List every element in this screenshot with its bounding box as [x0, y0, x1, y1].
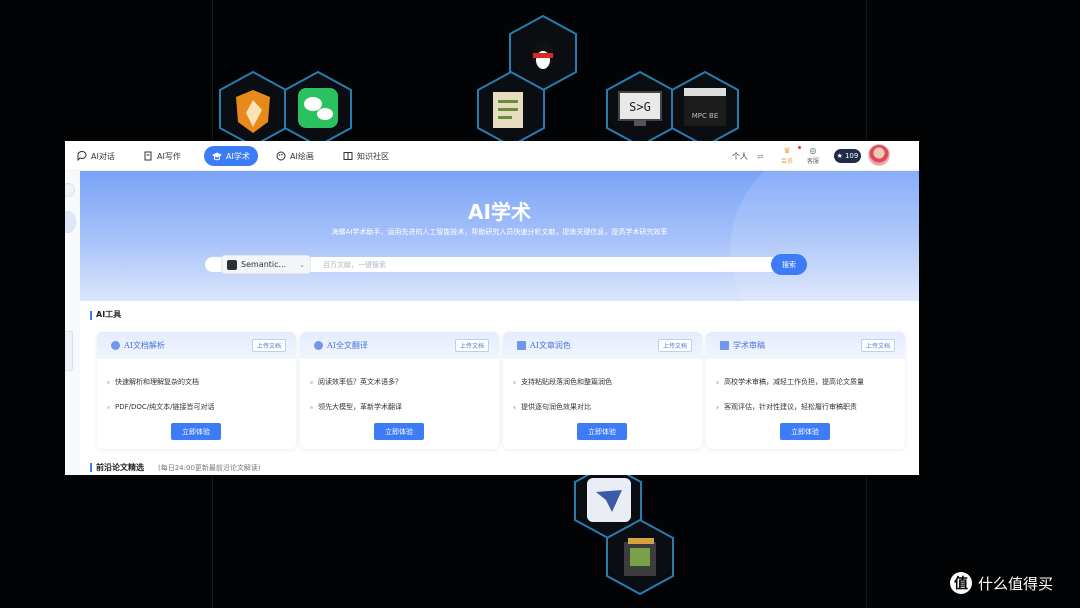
section-accent [90, 311, 92, 320]
nav-item-ai-chat[interactable]: AI对话 [69, 146, 123, 166]
section-title-ai-tools: AI工具 [96, 310, 122, 319]
switch-icon[interactable]: ⇌ [757, 141, 764, 171]
nav-item-label: AI对话 [91, 151, 115, 161]
notification-dot [798, 146, 801, 149]
page-subtitle: 海螺AI学术助手，运用先进的人工智能技术，帮助研究人员快速分析文献，提炼关键信息… [331, 228, 668, 236]
svg-text:S>G: S>G [629, 100, 651, 114]
translate-icon [314, 341, 323, 350]
section-title-papers: 前沿论文精选 [96, 463, 144, 472]
left-sidebar [65, 171, 80, 475]
try-now-button[interactable]: 立即体验 [780, 423, 830, 440]
nav-item-label: 知识社区 [357, 151, 389, 161]
wechat-app-icon [298, 88, 338, 128]
top-nav: AI对话 AI写作 AI学术 AI绘画 知识社区 个人 ⇌ ♛ 会员 ◎ 客服 … [65, 141, 919, 171]
database-select-value: Semantic... [241, 260, 287, 269]
feature-item: 高校学术审稿，减轻工作负担，提高论文质量 [716, 377, 864, 387]
tool-card-review: 学术审稿 上传文档 高校学术审稿，减轻工作负担，提高论文质量 客观评估，针对性建… [706, 332, 905, 449]
try-now-button[interactable]: 立即体验 [577, 423, 627, 440]
graduation-cap-icon [212, 152, 222, 161]
card-header: 学术审稿 上传文档 [706, 332, 905, 359]
terminal-app-icon: S>G [618, 91, 662, 126]
feature-item: 领先大模型，革新学术翻译 [310, 402, 402, 412]
feature-item: 快速解析和理解复杂的文档 [107, 377, 199, 387]
section-note: (每日24:00更新最前沿论文解读) [158, 464, 261, 472]
notepad-app-icon [493, 92, 523, 128]
semantic-scholar-icon [227, 259, 237, 270]
search-button[interactable]: 搜索 [771, 254, 807, 275]
card-title: 学术审稿 [733, 341, 765, 350]
document-parse-icon [111, 341, 120, 350]
penguin-app-icon [532, 40, 554, 70]
nav-item-label: AI学术 [226, 151, 250, 161]
nav-item-knowledge-community[interactable]: 知识社区 [335, 146, 397, 166]
card-title: AI文章润色 [530, 341, 571, 350]
upload-document-button[interactable]: 上传文档 [454, 339, 489, 352]
svg-text:MPC BE: MPC BE [692, 112, 719, 120]
watermark-logo: 值 [950, 572, 972, 594]
feature-item: 阅读效率低？英文术语多？ [310, 377, 402, 387]
card-title: AI全文翻译 [327, 341, 368, 350]
avatar[interactable] [868, 144, 890, 166]
sidebar-toggle[interactable] [65, 183, 75, 197]
mpc-be-app-icon: MPC BE [684, 88, 726, 126]
archive-app-icon [624, 538, 656, 576]
nav-item-ai-academic[interactable]: AI学术 [204, 146, 258, 166]
try-now-button[interactable]: 立即体验 [374, 423, 424, 440]
tool-card-doc-parse: AI文档解析 上传文档 快速解析和理解复杂的文档 PDF/DOC/纯文本/链接皆… [97, 332, 296, 449]
bird-app-icon [587, 478, 631, 522]
watermark-text: 什么值得买 [978, 574, 1054, 593]
service-label: 客服 [807, 158, 820, 165]
crown-icon: ♛ [783, 146, 791, 155]
graduation-cap-icon [517, 341, 526, 350]
watermark: 值 什么值得买 [950, 572, 1053, 594]
member-label: 会员 [781, 158, 794, 165]
sidebar-item[interactable] [65, 211, 76, 233]
card-header: AI文档解析 上传文档 [97, 332, 296, 359]
document-icon [144, 151, 152, 161]
points-badge[interactable]: ★ 109 [834, 149, 861, 163]
palette-icon [276, 151, 286, 161]
star-icon: ★ [836, 152, 843, 160]
chevron-down-icon: ⌄ [299, 260, 305, 269]
headset-icon: ◎ [809, 146, 817, 155]
card-header: AI文章润色 上传文档 [503, 332, 702, 359]
tool-card-full-translation: AI全文翻译 上传文档 阅读效率低？英文术语多？ 领先大模型，革新学术翻译 立即… [300, 332, 499, 449]
member-button[interactable]: ♛ 会员 [781, 141, 793, 171]
card-title: AI文档解析 [124, 341, 165, 350]
nav-item-ai-writing[interactable]: AI写作 [135, 146, 189, 166]
points-value: 109 [844, 152, 859, 160]
page-title: AI学术 [468, 200, 531, 224]
hero-banner: AI学术 海螺AI学术助手，运用先进的人工智能技术，帮助研究人员快速分析文献，提… [80, 171, 919, 301]
personal-label: 个人 [732, 151, 748, 161]
upload-document-button[interactable]: 上传文档 [657, 339, 692, 352]
chat-bubble-icon [77, 151, 87, 161]
upload-document-button[interactable]: 上传文档 [860, 339, 895, 352]
institution-icon [720, 341, 729, 350]
search-input[interactable]: 百万文献，一键搜索 [323, 260, 386, 270]
nav-item-ai-painting[interactable]: AI绘画 [268, 146, 322, 166]
personal-link[interactable]: 个人 [732, 141, 748, 171]
screen: S>G MPC BE AI对话 AI写作 AI学术 AI绘画 知识社区 个人 ⇌… [0, 0, 1080, 608]
feature-item: 客观评估，针对性建议，轻松履行审稿职责 [716, 402, 857, 412]
section-accent [90, 463, 92, 472]
service-button[interactable]: ◎ 客服 [807, 141, 819, 171]
try-now-button[interactable]: 立即体验 [171, 423, 221, 440]
app-window: AI对话 AI写作 AI学术 AI绘画 知识社区 个人 ⇌ ♛ 会员 ◎ 客服 … [65, 141, 919, 475]
database-select[interactable]: Semantic... ⌄ [221, 255, 311, 274]
feature-item: 提供逐句润色效果对比 [513, 402, 591, 412]
feature-item: 支持粘贴段落润色和整篇润色 [513, 377, 612, 387]
feature-item: PDF/DOC/纯文本/链接皆可对话 [107, 402, 215, 412]
book-icon [343, 152, 353, 160]
sidebar-item[interactable] [65, 331, 73, 371]
nav-item-label: AI写作 [157, 151, 181, 161]
card-header: AI全文翻译 上传文档 [300, 332, 499, 359]
upload-document-button[interactable]: 上传文档 [251, 339, 286, 352]
tool-card-polish: AI文章润色 上传文档 支持粘贴段落润色和整篇润色 提供逐句润色效果对比 立即体… [503, 332, 702, 449]
nav-item-label: AI绘画 [290, 151, 314, 161]
